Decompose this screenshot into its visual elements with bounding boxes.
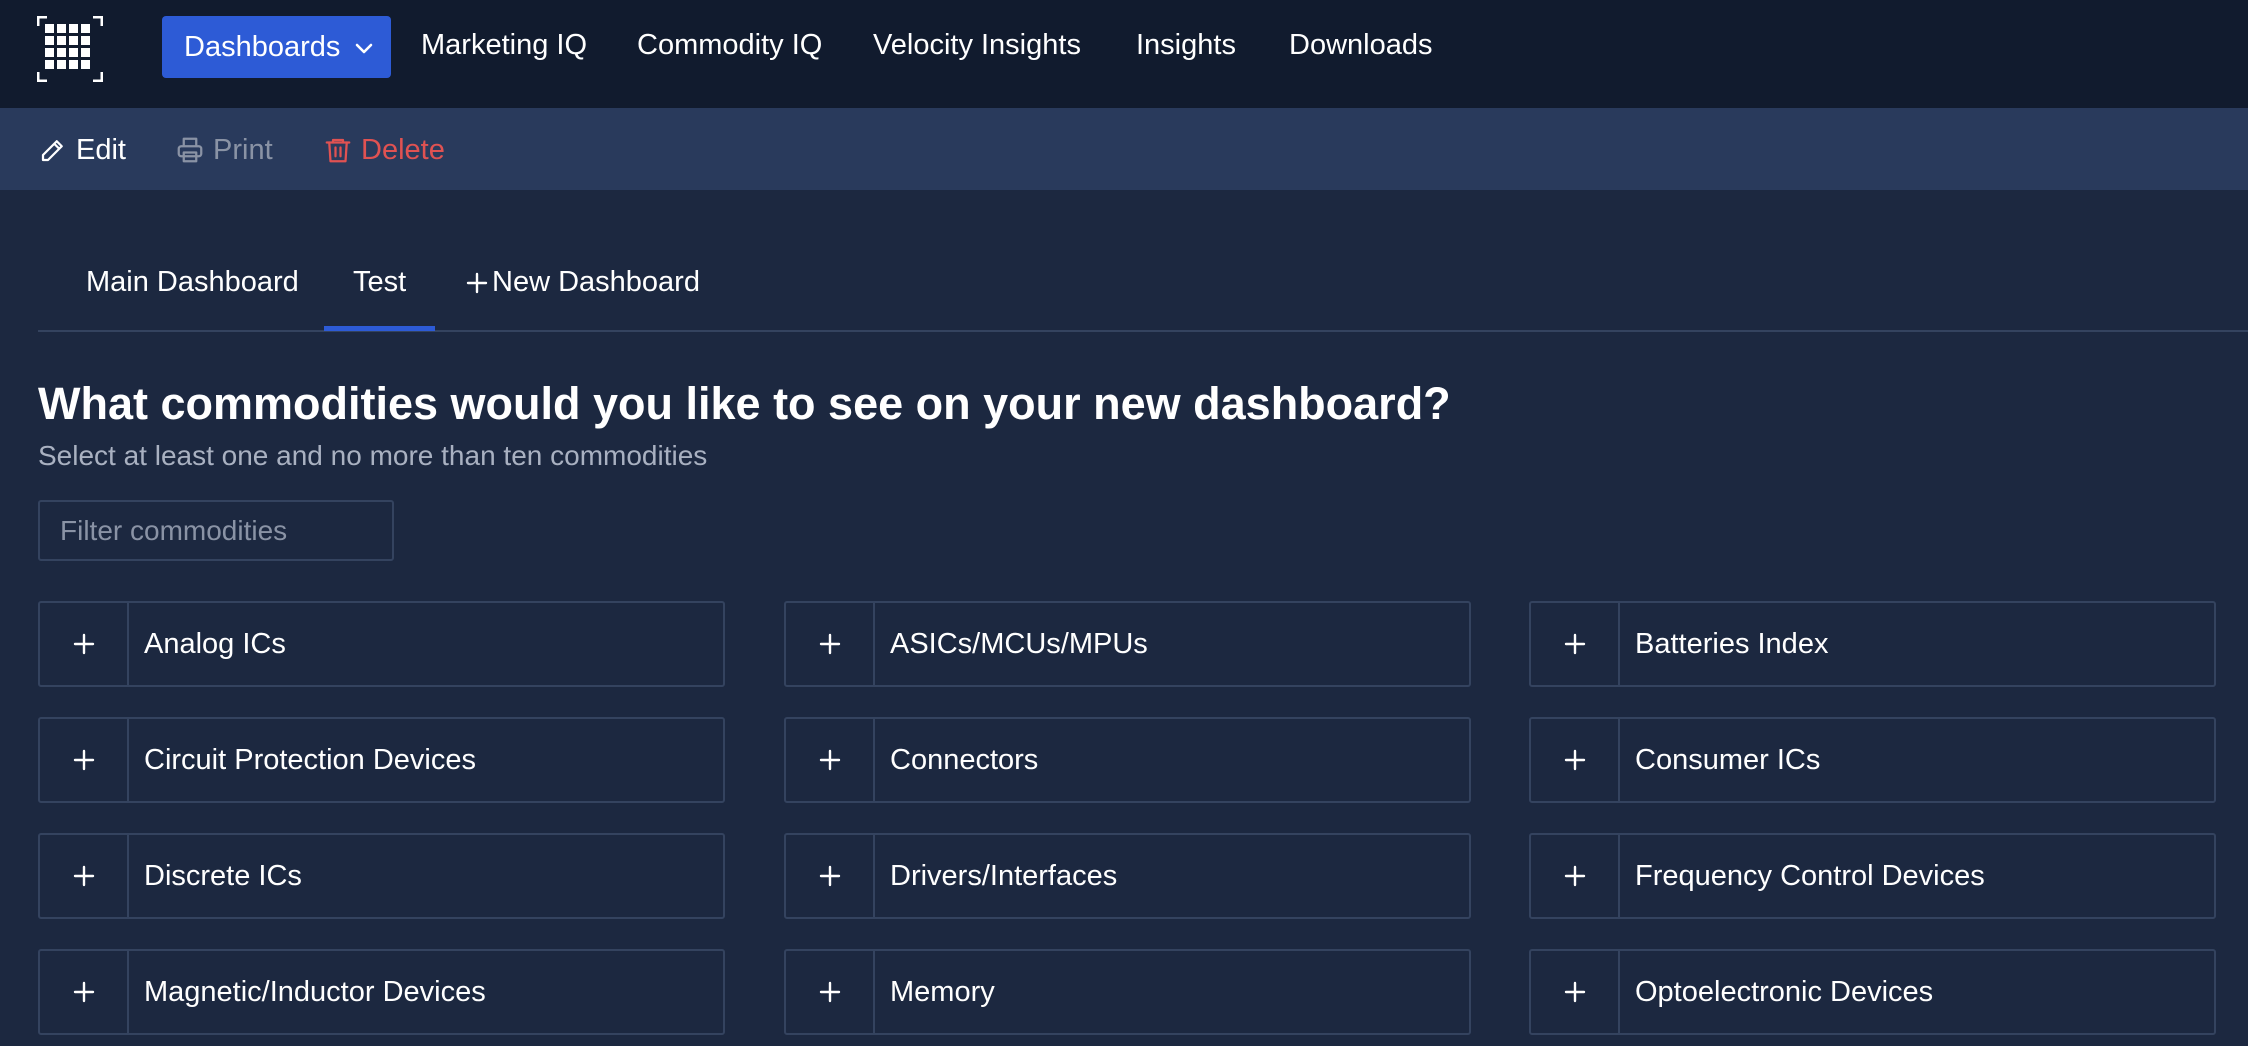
commodity-label: ASICs/MCUs/MPUs — [890, 627, 1148, 660]
commodity-label: Analog ICs — [144, 627, 286, 660]
commodity-item-analog-ics[interactable]: Analog ICs — [38, 601, 725, 687]
commodity-label: Discrete ICs — [144, 859, 302, 892]
dashboard-tabs: Main Dashboard Test New Dashboard — [38, 250, 2248, 332]
commodity-item-memory[interactable]: Memory — [784, 949, 1471, 1035]
add-commodity-button[interactable] — [1531, 719, 1620, 801]
add-commodity-button[interactable] — [1531, 951, 1620, 1033]
print-button[interactable]: Print — [175, 132, 273, 168]
trash-icon — [325, 138, 351, 163]
tab-new-dashboard[interactable]: New Dashboard — [464, 266, 700, 299]
plus-icon — [73, 865, 94, 887]
add-commodity-button[interactable] — [40, 603, 129, 685]
plus-icon — [1564, 749, 1585, 771]
add-commodity-button[interactable] — [786, 603, 875, 685]
dashboard-toolbar: Edit Print Delete — [0, 108, 2248, 190]
plus-icon — [1564, 633, 1585, 655]
commodity-label: Circuit Protection Devices — [144, 743, 476, 776]
nav-link-marketing-iq[interactable]: Marketing IQ — [421, 29, 587, 62]
plus-icon — [73, 981, 94, 1003]
tab-main-dashboard[interactable]: Main Dashboard — [86, 266, 299, 299]
add-commodity-button[interactable] — [40, 719, 129, 801]
nav-link-insights[interactable]: Insights — [1136, 29, 1236, 62]
commodity-item-asics-mcus-mpus[interactable]: ASICs/MCUs/MPUs — [784, 601, 1471, 687]
plus-icon — [466, 272, 488, 293]
commodity-item-drivers-interfaces[interactable]: Drivers/Interfaces — [784, 833, 1471, 919]
commodity-label: Memory — [890, 975, 995, 1008]
grid-logo-icon[interactable] — [37, 16, 103, 82]
plus-icon — [819, 749, 840, 771]
dashboards-dropdown-button[interactable]: Dashboards — [162, 16, 391, 78]
commodity-item-magnetic-inductor-devices[interactable]: Magnetic/Inductor Devices — [38, 949, 725, 1035]
add-commodity-button[interactable] — [786, 951, 875, 1033]
nav-link-downloads[interactable]: Downloads — [1289, 29, 1432, 62]
page-title: What commodities would you like to see o… — [38, 378, 1451, 429]
add-commodity-button[interactable] — [40, 835, 129, 917]
printer-icon — [177, 137, 203, 163]
add-commodity-button[interactable] — [40, 951, 129, 1033]
add-commodity-button[interactable] — [1531, 835, 1620, 917]
delete-label: Delete — [361, 133, 445, 166]
plus-icon — [819, 865, 840, 887]
commodity-label: Drivers/Interfaces — [890, 859, 1118, 892]
nav-link-commodity-iq[interactable]: Commodity IQ — [637, 29, 822, 62]
plus-icon — [1564, 981, 1585, 1003]
commodity-label: Batteries Index — [1635, 627, 1829, 660]
plus-icon — [819, 633, 840, 655]
tab-new-dashboard-label: New Dashboard — [492, 266, 700, 298]
print-label: Print — [213, 133, 273, 166]
dashboards-label: Dashboards — [184, 30, 341, 63]
plus-icon — [819, 981, 840, 1003]
filter-commodities-input[interactable] — [38, 500, 394, 561]
edit-button[interactable]: Edit — [38, 132, 126, 168]
commodity-label: Magnetic/Inductor Devices — [144, 975, 486, 1008]
commodity-label: Optoelectronic Devices — [1635, 975, 1934, 1008]
commodity-item-frequency-control-devices[interactable]: Frequency Control Devices — [1529, 833, 2216, 919]
active-tab-indicator — [324, 326, 435, 331]
pencil-icon — [41, 140, 63, 162]
commodity-label: Consumer ICs — [1635, 743, 1821, 776]
plus-icon — [73, 749, 94, 771]
edit-label: Edit — [76, 133, 126, 166]
add-commodity-button[interactable] — [1531, 603, 1620, 685]
plus-icon — [73, 633, 94, 655]
plus-icon — [1564, 865, 1585, 887]
chevron-down-icon — [355, 43, 373, 54]
add-commodity-button[interactable] — [786, 719, 875, 801]
delete-button[interactable]: Delete — [323, 132, 445, 168]
commodity-item-batteries-index[interactable]: Batteries Index — [1529, 601, 2216, 687]
commodity-label: Frequency Control Devices — [1635, 859, 1985, 892]
add-commodity-button[interactable] — [786, 835, 875, 917]
commodity-item-circuit-protection-devices[interactable]: Circuit Protection Devices — [38, 717, 725, 803]
tab-test[interactable]: Test — [353, 266, 406, 299]
commodity-item-connectors[interactable]: Connectors — [784, 717, 1471, 803]
commodity-item-optoelectronic-devices[interactable]: Optoelectronic Devices — [1529, 949, 2216, 1035]
page-subtitle: Select at least one and no more than ten… — [38, 440, 708, 471]
top-navigation: Dashboards Marketing IQ Commodity IQ Vel… — [0, 0, 2248, 108]
commodity-item-consumer-ics[interactable]: Consumer ICs — [1529, 717, 2216, 803]
commodity-item-discrete-ics[interactable]: Discrete ICs — [38, 833, 725, 919]
commodity-label: Connectors — [890, 743, 1039, 776]
nav-link-velocity-insights[interactable]: Velocity Insights — [873, 29, 1081, 62]
